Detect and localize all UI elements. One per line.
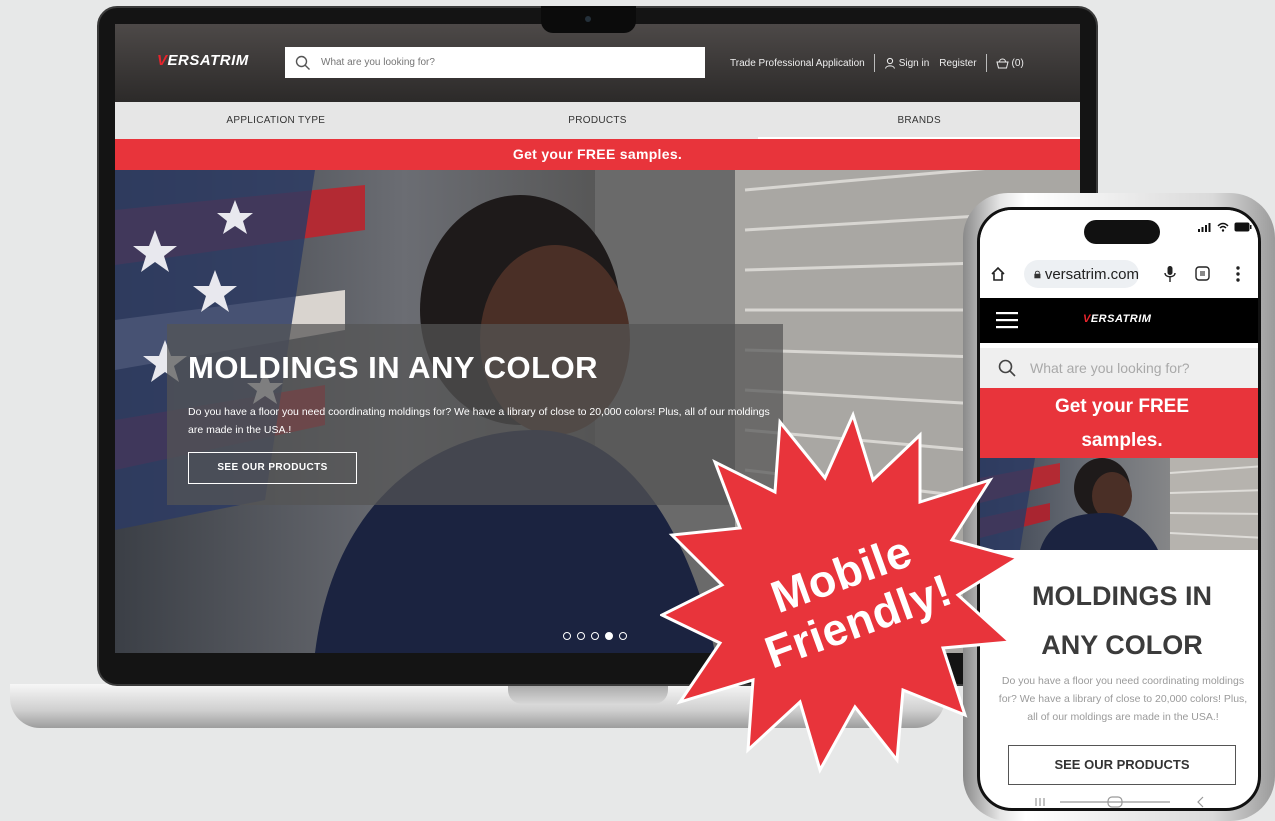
mobile-title-line-2: ANY COLOR [1041,630,1203,660]
browser-toolbar: versatrim.com [980,254,1258,294]
logo-v: V [157,52,168,69]
carousel-dot[interactable] [563,632,571,640]
mobile-search-placeholder[interactable]: What are you looking for? [1030,360,1190,376]
versatrim-logo[interactable]: V ERSATRIM [157,52,249,69]
address-bar[interactable]: versatrim.com [1024,260,1139,288]
mobile-search-bar[interactable]: What are you looking for? [980,348,1258,388]
lock-icon [1034,270,1041,278]
logo-text: ERSATRIM [1090,313,1152,325]
divider [985,54,987,72]
battery-icon [1234,222,1252,232]
desktop-search-input[interactable] [319,56,679,69]
trade-professional-link[interactable]: Trade Professional Application [730,58,865,69]
dynamic-island [1084,220,1160,244]
search-icon [998,359,1016,377]
promo-line-2: samples. [1081,430,1163,451]
carousel-dot[interactable] [619,632,627,640]
microphone-icon[interactable] [1164,265,1176,283]
carousel-dot[interactable] [591,632,599,640]
home-icon[interactable] [990,266,1006,282]
laptop-hinge [508,684,668,704]
mobile-free-samples-banner[interactable]: Get your FREE samples. [980,388,1258,458]
carousel-dot-active[interactable] [605,632,613,640]
menu-application-type[interactable]: APPLICATION TYPE [115,102,437,139]
search-icon [295,55,310,70]
desktop-search-bar[interactable] [285,47,705,78]
desktop-main-menu: APPLICATION TYPE PRODUCTS BRANDS [115,102,1080,139]
mobile-versatrim-logo[interactable]: V ERSATRIM [1083,313,1151,325]
user-icon [884,57,895,69]
mobile-hero-description: Do you have a floor you need coordinatin… [998,675,1248,723]
carousel-dot[interactable] [577,632,585,640]
see-our-products-button[interactable]: SEE OUR PRODUCTS [188,452,357,484]
wifi-icon [1217,222,1229,232]
hamburger-menu-icon[interactable] [996,311,1018,329]
mobile-hero-image [980,458,1258,550]
cart-basket-icon[interactable] [995,57,1009,69]
hero-title: MOLDINGS IN ANY COLOR [188,350,599,385]
logo-v: V [1083,313,1091,325]
header-links: Trade Professional Application Sign in R… [730,54,1024,72]
promo-line-1: Get your FREE [1054,396,1190,417]
signal-icon [1198,223,1211,232]
menu-brands[interactable]: BRANDS [758,102,1080,139]
mobile-title-line-1: MOLDINGS IN [1032,581,1212,611]
nav-bar-controls [1035,796,1204,808]
mobile-hero-title: MOLDINGS IN ANY COLOR [980,572,1258,670]
mobile-hero-photo [980,458,1258,550]
free-samples-banner[interactable]: Get your FREE samples. [115,139,1080,170]
mobile-see-our-products-button[interactable]: SEE OUR PRODUCTS [1008,745,1236,785]
divider [873,54,875,72]
sign-in-link[interactable]: Sign in [899,58,930,69]
carousel-dots [563,632,627,640]
status-icons [1198,222,1252,232]
android-nav-bar [980,792,1258,808]
url-text: versatrim.com [1044,265,1139,283]
laptop-camera-notch [541,6,636,33]
desktop-header: V ERSATRIM Trade Professional Applicatio… [115,24,1080,102]
cart-count[interactable]: (0) [1012,58,1024,69]
phone-status-bar [980,210,1258,250]
logo-text: ERSATRIM [167,52,249,69]
menu-products[interactable]: PRODUCTS [437,102,759,139]
register-link[interactable]: Register [939,58,976,69]
mobile-header: V ERSATRIM [980,298,1258,343]
more-options-icon[interactable] [1236,266,1240,282]
tabs-icon[interactable] [1195,266,1210,281]
